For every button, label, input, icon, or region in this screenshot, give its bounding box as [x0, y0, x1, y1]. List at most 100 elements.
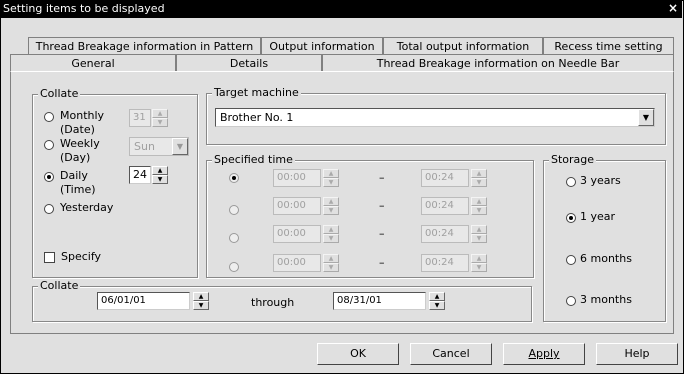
time-slot-4-radio[interactable] — [229, 262, 239, 272]
time-slot-3-radio[interactable] — [229, 233, 239, 243]
spin-down-icon[interactable]: ▼ — [471, 206, 487, 215]
time-slot-1-to[interactable]: 00:24 — [421, 169, 469, 187]
spin-up-icon[interactable]: ▲ — [471, 254, 487, 263]
time-slot-4-to-spinner[interactable]: ▲ ▼ — [471, 254, 487, 272]
collate-to-date[interactable]: 08/31/01 — [333, 292, 426, 310]
storage-radio-6-months[interactable] — [566, 255, 576, 265]
time-slot-2-radio[interactable] — [229, 205, 239, 215]
spin-down-icon[interactable]: ▼ — [471, 178, 487, 187]
apply-button[interactable]: Apply — [503, 343, 585, 365]
time-slot-1-from[interactable]: 00:00 — [273, 169, 321, 187]
collate-group — [32, 94, 198, 278]
through-label: through — [251, 296, 295, 309]
spin-down-icon[interactable]: ▼ — [323, 206, 339, 215]
time-slot-1-from-spinner[interactable]: ▲ ▼ — [323, 169, 339, 187]
radio-yesterday[interactable] — [44, 204, 54, 214]
collate-from-spinner[interactable]: ▲ ▼ — [193, 292, 209, 310]
storage-radio-3-years[interactable] — [566, 177, 576, 187]
time-separator: – — [379, 199, 385, 212]
time-slot-4-from[interactable]: 00:00 — [273, 254, 321, 272]
monthly-date-spinner[interactable]: ▲ ▼ — [152, 109, 168, 127]
collate-group-title: Collate — [38, 87, 81, 100]
spin-up-icon[interactable]: ▲ — [429, 292, 445, 301]
specify-label: Specify — [61, 250, 102, 263]
spin-down-icon[interactable]: ▼ — [471, 234, 487, 243]
radio-monthly[interactable] — [44, 112, 54, 122]
time-slot-2-to[interactable]: 00:24 — [421, 197, 469, 215]
time-slot-3-from[interactable]: 00:00 — [273, 225, 321, 243]
spin-down-icon[interactable]: ▼ — [429, 301, 445, 310]
dropdown-arrow-icon[interactable]: ▼ — [638, 109, 654, 126]
time-slot-2-from-spinner[interactable]: ▲ ▼ — [323, 197, 339, 215]
close-icon[interactable]: × — [666, 2, 680, 16]
weekly-sublabel: (Day) — [60, 151, 91, 164]
daily-sublabel: (Time) — [60, 183, 96, 196]
window-title: Setting items to be displayed — [3, 2, 165, 15]
daily-time-field[interactable]: 24 — [129, 166, 151, 184]
time-slot-1-radio[interactable] — [229, 173, 239, 183]
spin-up-icon[interactable]: ▲ — [323, 225, 339, 234]
spin-down-icon[interactable]: ▼ — [152, 118, 168, 127]
weekly-day-select[interactable]: Sun ▼ — [129, 137, 189, 156]
yesterday-label: Yesterday — [60, 201, 114, 214]
spin-down-icon[interactable]: ▼ — [193, 301, 209, 310]
specify-checkbox[interactable] — [44, 252, 55, 263]
radio-daily[interactable] — [44, 172, 54, 182]
spin-up-icon[interactable]: ▲ — [471, 169, 487, 178]
title-bar: Setting items to be displayed × — [0, 0, 682, 18]
collate-to-spinner[interactable]: ▲ ▼ — [429, 292, 445, 310]
storage-title: Storage — [549, 153, 597, 166]
time-slot-2-to-spinner[interactable]: ▲ ▼ — [471, 197, 487, 215]
weekly-label: Weekly — [60, 137, 100, 150]
tab-recess-time-setting[interactable]: Recess time setting — [543, 37, 674, 55]
time-slot-3-to-spinner[interactable]: ▲ ▼ — [471, 225, 487, 243]
tab-details[interactable]: Details — [176, 54, 322, 72]
tab-output-information[interactable]: Output information — [261, 37, 383, 55]
spin-up-icon[interactable]: ▲ — [471, 197, 487, 206]
tab-thread-breakage-pattern[interactable]: Thread Breakage information in Pattern — [28, 37, 261, 55]
storage-label-3-months: 3 months — [580, 293, 632, 306]
storage-label-3-years: 3 years — [580, 174, 621, 187]
spin-up-icon[interactable]: ▲ — [152, 166, 168, 175]
monthly-sublabel: (Date) — [60, 123, 95, 136]
time-separator: – — [379, 256, 385, 269]
spin-up-icon[interactable]: ▲ — [471, 225, 487, 234]
time-slot-2-from[interactable]: 00:00 — [273, 197, 321, 215]
spin-down-icon[interactable]: ▼ — [323, 178, 339, 187]
ok-button[interactable]: OK — [317, 343, 399, 365]
target-machine-value: Brother No. 1 — [220, 111, 294, 124]
time-slot-1-to-spinner[interactable]: ▲ ▼ — [471, 169, 487, 187]
target-machine-title: Target machine — [212, 86, 301, 99]
time-separator: – — [379, 171, 385, 184]
spin-down-icon[interactable]: ▼ — [323, 234, 339, 243]
collate-from-date[interactable]: 06/01/01 — [97, 292, 190, 310]
dropdown-arrow-icon[interactable]: ▼ — [172, 138, 188, 155]
storage-label-6-months: 6 months — [580, 252, 632, 265]
spin-up-icon[interactable]: ▲ — [323, 197, 339, 206]
spin-up-icon[interactable]: ▲ — [193, 292, 209, 301]
tab-thread-breakage-needle-bar[interactable]: Thread Breakage information on Needle Ba… — [322, 54, 674, 72]
tab-general[interactable]: General — [10, 54, 176, 72]
time-slot-4-to[interactable]: 00:24 — [421, 254, 469, 272]
spin-down-icon[interactable]: ▼ — [152, 175, 168, 184]
specified-time-title: Specified time — [212, 153, 295, 166]
time-separator: – — [379, 227, 385, 240]
tab-total-output-information[interactable]: Total output information — [383, 37, 543, 55]
storage-label-1-year: 1 year — [580, 210, 616, 223]
spin-down-icon[interactable]: ▼ — [323, 263, 339, 272]
monthly-date-field[interactable]: 31 — [129, 109, 151, 127]
spin-down-icon[interactable]: ▼ — [471, 263, 487, 272]
time-slot-4-from-spinner[interactable]: ▲ ▼ — [323, 254, 339, 272]
time-slot-3-to[interactable]: 00:24 — [421, 225, 469, 243]
spin-up-icon[interactable]: ▲ — [323, 169, 339, 178]
daily-time-spinner[interactable]: ▲ ▼ — [152, 166, 168, 184]
spin-up-icon[interactable]: ▲ — [323, 254, 339, 263]
spin-up-icon[interactable]: ▲ — [152, 109, 168, 118]
radio-weekly[interactable] — [44, 140, 54, 150]
storage-radio-1-year[interactable] — [566, 213, 576, 223]
target-machine-select[interactable]: Brother No. 1 ▼ — [215, 108, 655, 127]
time-slot-3-from-spinner[interactable]: ▲ ▼ — [323, 225, 339, 243]
storage-radio-3-months[interactable] — [566, 296, 576, 306]
help-button[interactable]: Help — [596, 343, 678, 365]
cancel-button[interactable]: Cancel — [410, 343, 492, 365]
